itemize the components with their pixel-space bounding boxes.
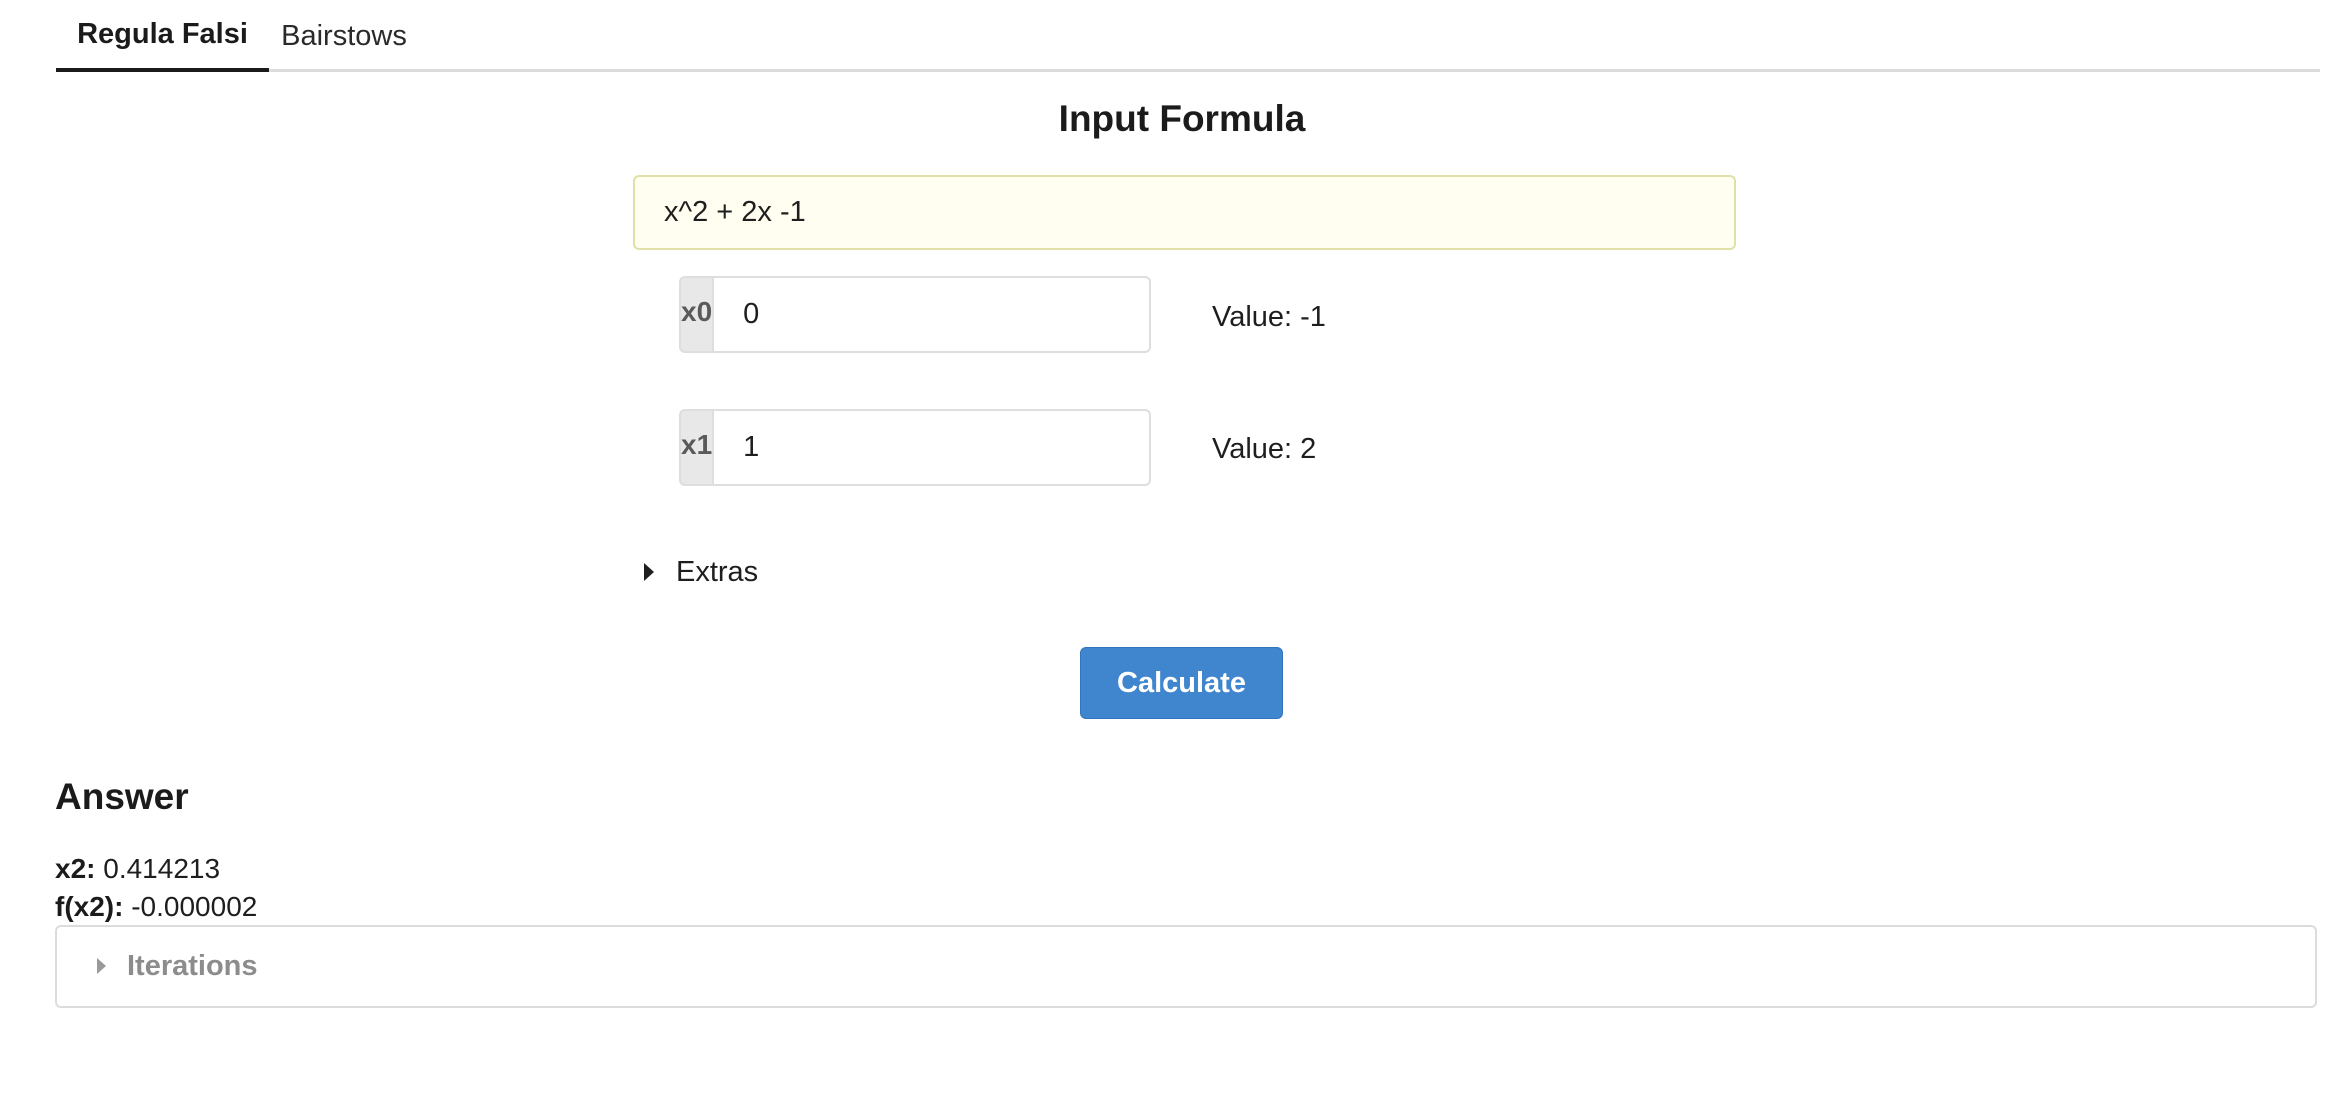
answer-x2: x2: 0.414213 xyxy=(55,853,220,885)
extras-toggle[interactable]: Extras xyxy=(644,556,758,589)
x1-value-text: Value: 2 xyxy=(1212,433,1317,465)
iterations-label: Iterations xyxy=(127,950,258,982)
tab-bar: Regula Falsi Bairstows xyxy=(56,0,2320,72)
formula-input[interactable] xyxy=(633,175,1736,250)
x2-label: x2: xyxy=(55,853,96,884)
x2-value: 0.414213 xyxy=(103,853,221,884)
x0-label: x0 xyxy=(679,276,713,353)
page: Regula Falsi Bairstows Input Formula x0 … xyxy=(0,0,2352,1116)
answer-title: Answer xyxy=(55,776,189,817)
caret-right-icon xyxy=(97,957,106,974)
section-title: Input Formula xyxy=(1058,98,1306,139)
extras-label: Extras xyxy=(676,556,759,588)
tab-bairstows[interactable]: Bairstows xyxy=(269,0,419,72)
x0-value-text: Value: -1 xyxy=(1212,301,1326,333)
fx2-value: -0.000002 xyxy=(131,891,258,922)
x1-label: x1 xyxy=(679,409,713,486)
tab-label: Regula Falsi xyxy=(77,17,248,50)
x1-input-group: x1 xyxy=(679,409,1152,486)
tab-regula-falsi[interactable]: Regula Falsi xyxy=(56,0,269,72)
caret-right-icon xyxy=(644,562,654,581)
answer-fx2: f(x2): -0.000002 xyxy=(55,891,257,923)
iterations-accordion[interactable]: Iterations xyxy=(55,925,2317,1008)
fx2-label: f(x2): xyxy=(55,891,124,922)
tab-label: Bairstows xyxy=(281,19,407,52)
calculate-button[interactable]: Calculate xyxy=(1080,647,1283,719)
x0-input-group: x0 xyxy=(679,276,1152,353)
x1-input[interactable] xyxy=(712,409,1152,486)
x0-input[interactable] xyxy=(712,276,1152,353)
